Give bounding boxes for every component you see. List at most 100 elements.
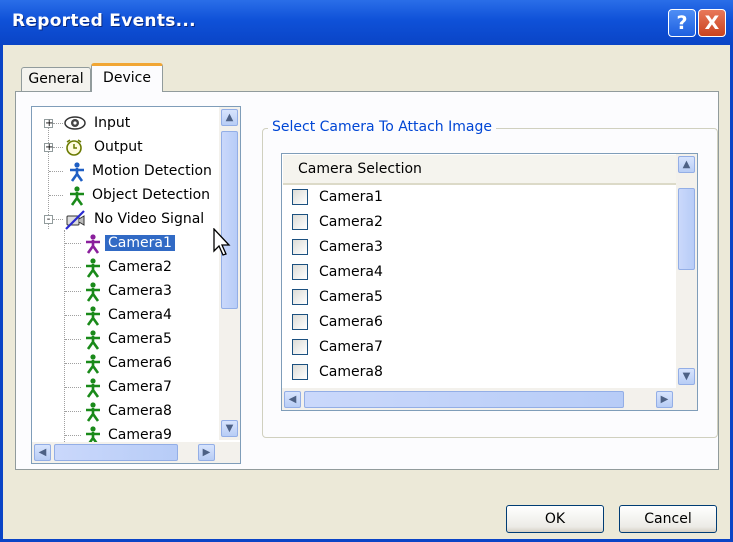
tree-item-label: Camera9 xyxy=(108,427,172,443)
chevron-down-icon: ▼ xyxy=(682,371,691,382)
tree-line xyxy=(65,243,81,244)
tree-line xyxy=(65,411,81,412)
alarm-clock-icon xyxy=(66,139,82,156)
help-button[interactable]: ? xyxy=(668,9,696,37)
tree-item-camera2[interactable]: Camera2 xyxy=(84,255,172,279)
list-horizontal-scrollbar[interactable]: ◀ ▶ xyxy=(282,388,697,410)
scroll-up-button[interactable]: ▲ xyxy=(678,156,695,173)
tree-item-label: Object Detection xyxy=(92,187,211,203)
person-green-icon xyxy=(86,258,100,278)
tab-device[interactable]: Device xyxy=(91,63,163,92)
tree-item-camera4[interactable]: Camera4 xyxy=(84,303,172,327)
scroll-right-button[interactable]: ▶ xyxy=(198,444,215,461)
tree-item-label: Motion Detection xyxy=(92,163,212,179)
scroll-down-button[interactable]: ▼ xyxy=(221,420,238,437)
tree-line xyxy=(64,230,65,462)
camera-label: Camera5 xyxy=(319,289,383,305)
tree-line xyxy=(49,171,63,172)
tree-item-camera3[interactable]: Camera3 xyxy=(84,279,172,303)
scroll-thumb[interactable] xyxy=(221,131,238,309)
expand-toggle-input[interactable]: + xyxy=(44,119,53,129)
tree-line xyxy=(49,195,63,196)
tree-item-label: Camera6 xyxy=(108,355,172,371)
tree-line xyxy=(53,123,63,124)
ok-button[interactable]: OK xyxy=(506,505,604,533)
scroll-up-button[interactable]: ▲ xyxy=(221,109,238,126)
chevron-right-icon: ▶ xyxy=(202,447,211,458)
person-green-icon xyxy=(86,378,100,398)
column-header[interactable]: Camera Selection xyxy=(283,155,676,185)
camera-label: Camera3 xyxy=(319,239,383,255)
person-green-icon xyxy=(86,402,100,422)
tree-item-camera1[interactable]: Camera1 xyxy=(84,231,175,255)
camera1-checkbox[interactable] xyxy=(292,189,308,205)
tree-line xyxy=(65,339,81,340)
tree-item-camera6[interactable]: Camera6 xyxy=(84,351,172,375)
tree-item-camera5[interactable]: Camera5 xyxy=(84,327,172,351)
camera7-checkbox[interactable] xyxy=(292,339,308,355)
tree-item-object-detection[interactable]: Object Detection xyxy=(68,183,210,207)
tree-line xyxy=(53,219,63,220)
tree-line xyxy=(65,387,81,388)
chevron-up-icon: ▲ xyxy=(225,112,234,123)
title-bar: Reported Events... ? X xyxy=(0,0,733,45)
device-tree[interactable]: + Input + Output Motion Detection Object… xyxy=(31,106,241,464)
chevron-down-icon: ▼ xyxy=(225,423,234,434)
expand-toggle-output[interactable]: + xyxy=(44,143,53,153)
camera3-checkbox[interactable] xyxy=(292,239,308,255)
tree-item-input[interactable]: Input xyxy=(64,111,130,135)
person-green-icon xyxy=(70,186,84,206)
tree-line xyxy=(65,291,81,292)
tree-item-label: Camera7 xyxy=(108,379,172,395)
tree-item-label: No Video Signal xyxy=(94,211,205,227)
camera8-checkbox[interactable] xyxy=(292,364,308,380)
cancel-button[interactable]: Cancel xyxy=(619,505,717,533)
person-green-icon xyxy=(86,330,100,350)
expand-toggle-no-video-signal[interactable]: - xyxy=(44,215,53,225)
scroll-down-button[interactable]: ▼ xyxy=(678,368,695,385)
camera-label: Camera7 xyxy=(319,339,383,355)
chevron-left-icon: ◀ xyxy=(288,394,297,405)
camera5-checkbox[interactable] xyxy=(292,289,308,305)
person-green-icon xyxy=(86,306,100,326)
tree-item-output[interactable]: Output xyxy=(64,135,143,159)
scroll-right-button[interactable]: ▶ xyxy=(656,391,673,408)
tree-item-label: Camera5 xyxy=(108,331,172,347)
scroll-thumb[interactable] xyxy=(678,188,695,270)
camera-selection-list[interactable]: Camera Selection Camera1 Camera2 Camera3… xyxy=(281,153,698,411)
tab-general[interactable]: General xyxy=(21,67,91,91)
tree-item-label: Camera2 xyxy=(108,259,172,275)
close-button[interactable]: X xyxy=(698,9,726,37)
chevron-up-icon: ▲ xyxy=(682,159,691,170)
tree-line xyxy=(65,267,81,268)
camera2-checkbox[interactable] xyxy=(292,214,308,230)
tree-line xyxy=(65,315,81,316)
person-blue-icon xyxy=(70,162,84,182)
mouse-pointer-icon xyxy=(213,228,231,256)
tree-line xyxy=(53,147,63,148)
camera-label: Camera1 xyxy=(319,189,383,205)
group-label: Select Camera To Attach Image xyxy=(268,119,496,135)
scroll-thumb[interactable] xyxy=(54,444,178,461)
camera-label: Camera8 xyxy=(319,364,383,380)
list-vertical-scrollbar[interactable]: ▲ ▼ xyxy=(676,154,697,388)
help-icon: ? xyxy=(676,12,688,34)
tree-vertical-scrollbar[interactable]: ▲ ▼ xyxy=(219,107,240,440)
scroll-thumb[interactable] xyxy=(304,391,624,408)
camera-label: Camera6 xyxy=(319,314,383,330)
person-green-icon xyxy=(86,354,100,374)
tree-item-camera8[interactable]: Camera8 xyxy=(84,399,172,423)
camera4-checkbox[interactable] xyxy=(292,264,308,280)
tree-item-no-video-signal[interactable]: No Video Signal xyxy=(64,207,204,231)
camera6-checkbox[interactable] xyxy=(292,314,308,330)
camera-label: Camera2 xyxy=(319,214,383,230)
tree-line xyxy=(48,121,49,229)
tree-line xyxy=(65,363,81,364)
tree-item-motion-detection[interactable]: Motion Detection xyxy=(68,159,212,183)
tree-item-label: Camera8 xyxy=(108,403,172,419)
tree-item-camera7[interactable]: Camera7 xyxy=(84,375,172,399)
scroll-left-button[interactable]: ◀ xyxy=(34,444,51,461)
chevron-right-icon: ▶ xyxy=(660,394,669,405)
scroll-left-button[interactable]: ◀ xyxy=(284,391,301,408)
tree-horizontal-scrollbar[interactable]: ◀ ▶ xyxy=(32,442,240,463)
